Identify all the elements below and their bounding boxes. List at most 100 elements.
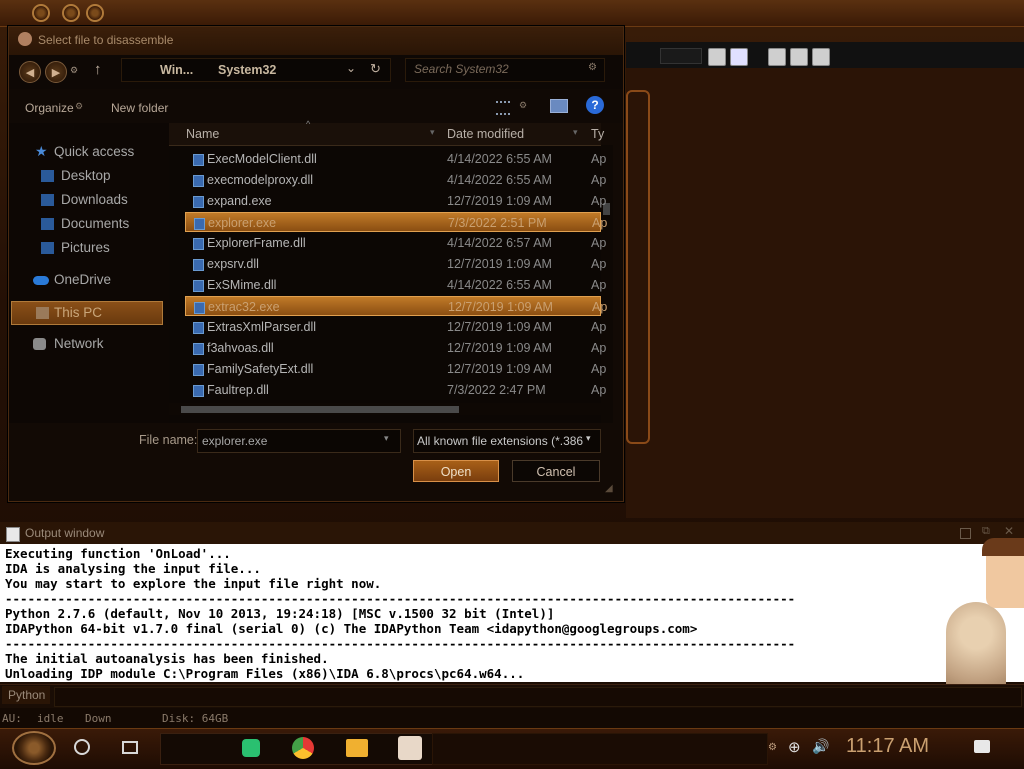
column-header: Name ^ ▾ Date modified ▾ Ty: [169, 119, 604, 146]
volume-icon[interactable]: 🔊: [812, 738, 829, 755]
gear-icon[interactable]: [32, 4, 50, 22]
up-arrow-icon[interactable]: ↑: [94, 61, 102, 78]
chevron-down-icon[interactable]: ⌄: [346, 61, 356, 75]
file-row[interactable]: FamilySafetyExt.dll 12/7/2019 1:09 AM Ap: [185, 359, 606, 379]
status-direction: Down: [85, 712, 112, 725]
file-row[interactable]: expand.exe 12/7/2019 1:09 AM Ap: [185, 191, 606, 211]
file-name-input[interactable]: explorer.exe ▾: [197, 429, 401, 453]
taskbar-clock[interactable]: 11:17 AM: [846, 735, 929, 758]
ida-toolbar: [0, 0, 1024, 27]
file-date: 12/7/2019 1:09 AM: [447, 362, 552, 376]
nav-item-downloads[interactable]: Downloads: [9, 189, 165, 211]
restore-icon[interactable]: ⧉: [982, 525, 990, 538]
file-type-select[interactable]: All known file extensions (*.386 ▾: [413, 429, 601, 453]
nav-item-quick-access[interactable]: ★ Quick access: [9, 141, 165, 163]
preview-pane-icon[interactable]: [550, 99, 568, 113]
breadcrumb-windows[interactable]: Win...: [160, 63, 193, 77]
column-type[interactable]: Ty: [591, 127, 604, 141]
search-icon[interactable]: [74, 739, 90, 755]
view-options-icon[interactable]: [496, 101, 510, 115]
file-row[interactable]: explorer.exe 7/3/2022 2:51 PM Ap: [185, 212, 607, 232]
search-input[interactable]: Search System32 ⚙: [405, 58, 605, 82]
column-date-modified[interactable]: Date modified: [447, 127, 524, 141]
nav-item-onedrive[interactable]: OneDrive: [9, 269, 165, 291]
file-date: 4/14/2022 6:55 AM: [447, 278, 552, 292]
refresh-icon[interactable]: ↻: [370, 61, 381, 77]
search-icon[interactable]: ⚙: [588, 62, 597, 73]
file-row[interactable]: f3ahvoas.dll 12/7/2019 1:09 AM Ap: [185, 338, 606, 358]
open-file-dialog: Select file to disassemble ◀ ▶ ⚙ ↑ Win..…: [8, 26, 624, 502]
chrome-icon[interactable]: [292, 737, 314, 759]
file-date: 7/3/2022 2:51 PM: [448, 216, 547, 230]
file-type: Ap: [591, 236, 607, 250]
chevron-down-icon[interactable]: ▾: [586, 433, 591, 444]
file-row[interactable]: ExplorerFrame.dll 4/14/2022 6:57 AM Ap: [185, 233, 606, 253]
file-type-value: All known file extensions (*.386: [417, 434, 584, 448]
nav-item-network[interactable]: Network: [9, 333, 165, 355]
file-row[interactable]: Faultrep.dll 7/3/2022 2:47 PM Ap: [185, 380, 606, 400]
chevron-down-icon[interactable]: ▾: [384, 433, 389, 444]
file-row[interactable]: execmodelproxy.dll 4/14/2022 6:55 AM Ap: [185, 170, 606, 190]
script-c-run-icon[interactable]: [730, 48, 748, 66]
nav-item-documents[interactable]: Documents: [9, 213, 165, 235]
list-icon[interactable]: [768, 48, 786, 66]
new-folder-button[interactable]: New folder: [111, 101, 168, 115]
back-button[interactable]: ◀: [19, 61, 41, 83]
notes-app-icon[interactable]: [242, 739, 260, 757]
task-view-icon[interactable]: [122, 741, 138, 754]
file-row[interactable]: ExtrasXmlParser.dll 12/7/2019 1:09 AM Ap: [185, 317, 606, 337]
system-tray-gear-icon[interactable]: ⚙: [768, 742, 777, 753]
ida-logo-icon: [18, 32, 32, 46]
open-button[interactable]: Open: [413, 460, 499, 482]
file-row[interactable]: extrac32.exe 12/7/2019 1:09 AM Ap: [185, 296, 607, 316]
sort-asc-icon: ^: [306, 119, 311, 129]
start-button[interactable]: [12, 731, 56, 765]
file-name: f3ahvoas.dll: [207, 341, 274, 355]
chevron-down-icon[interactable]: ▾: [430, 127, 435, 138]
file-row[interactable]: expsrv.dll 12/7/2019 1:09 AM Ap: [185, 254, 606, 274]
ida-app-icon[interactable]: [398, 736, 422, 760]
close-icon[interactable]: ✕: [1004, 524, 1014, 538]
nav-item-this-pc[interactable]: This PC: [11, 301, 163, 325]
forward-button[interactable]: ▶: [45, 61, 67, 83]
output-log: Executing function 'OnLoad'... IDA is an…: [5, 546, 796, 681]
nav-item-pictures[interactable]: Pictures: [9, 237, 165, 259]
breadcrumb-system32[interactable]: System32: [218, 63, 276, 77]
star-icon: ★: [35, 143, 48, 159]
branch-icon[interactable]: [790, 48, 808, 66]
nav-item-desktop[interactable]: Desktop: [9, 165, 165, 187]
file-explorer-icon[interactable]: [346, 739, 368, 757]
recent-dropdown-icon[interactable]: ⚙: [70, 65, 78, 76]
python-command-input[interactable]: [54, 687, 1022, 707]
chevron-down-icon[interactable]: ▾: [573, 127, 578, 138]
output-window-text[interactable]: Executing function 'OnLoad'... IDA is an…: [0, 538, 1024, 706]
cancel-button[interactable]: Cancel: [512, 460, 600, 482]
file-row[interactable]: ExecModelClient.dll 4/14/2022 6:55 AM Ap: [185, 149, 606, 169]
python-tab[interactable]: Python: [2, 686, 50, 704]
help-icon[interactable]: ?: [586, 96, 604, 114]
path-box[interactable]: Win... System32 ⌄ ↻: [121, 58, 391, 82]
nav-label: Quick access: [54, 144, 135, 159]
column-name[interactable]: Name: [186, 127, 219, 141]
decorative-frame: [626, 90, 650, 444]
file-name: Faultrep.dll: [207, 383, 269, 397]
downloads-folder-icon: [41, 194, 54, 206]
file-date: 12/7/2019 1:09 AM: [447, 257, 552, 271]
maximize-icon[interactable]: [960, 528, 971, 539]
file-name: extrac32.exe: [208, 300, 280, 314]
gear-icon[interactable]: [62, 4, 80, 22]
resize-grip-icon[interactable]: ◢: [605, 483, 613, 494]
nav-label: Network: [54, 336, 104, 351]
file-name: expsrv.dll: [207, 257, 259, 271]
cloud-icon: [33, 276, 49, 285]
file-row[interactable]: ExSMime.dll 4/14/2022 6:55 AM Ap: [185, 275, 606, 295]
network-globe-icon[interactable]: ⊕: [788, 738, 801, 756]
file-icon: [193, 238, 204, 250]
scroll-thumb[interactable]: [181, 406, 459, 413]
script-c-icon[interactable]: [708, 48, 726, 66]
notifications-icon[interactable]: [974, 740, 990, 753]
gear-icon[interactable]: [86, 4, 104, 22]
organize-button[interactable]: Organize: [25, 101, 74, 115]
segment-dropdown[interactable]: [660, 48, 702, 64]
graph-icon[interactable]: [812, 48, 830, 66]
